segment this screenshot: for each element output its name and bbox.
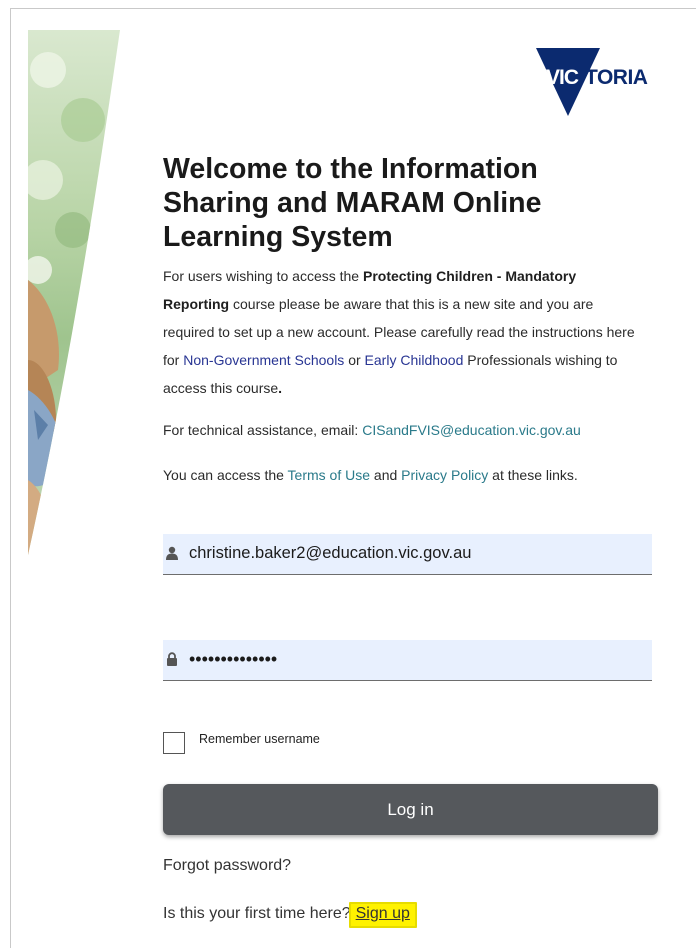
remember-username-label: Remember username <box>199 732 320 746</box>
username-input[interactable] <box>189 534 644 573</box>
support-email-link[interactable]: CISandFVIS@education.vic.gov.au <box>362 422 581 438</box>
support-paragraph: For technical assistance, email: CISandF… <box>163 422 581 438</box>
intro-paragraph: For users wishing to access the Protecti… <box>163 268 635 396</box>
password-field <box>163 640 652 681</box>
user-icon <box>166 546 178 560</box>
svg-text:TORIA: TORIA <box>585 66 648 89</box>
sign-up-link[interactable]: Sign up <box>348 902 417 928</box>
hero-photo <box>28 30 120 555</box>
first-time-text: Is this your first time here? <box>163 905 351 922</box>
privacy-policy-link[interactable]: Privacy Policy <box>401 467 488 483</box>
non-government-schools-link[interactable]: Non-Government Schools <box>183 352 344 368</box>
remember-username-checkbox[interactable] <box>163 732 185 754</box>
password-input[interactable] <box>189 640 644 679</box>
first-time-row: Is this your first time here? Sign up <box>163 902 417 928</box>
terms-paragraph: You can access the Terms of Use and Priv… <box>163 467 578 483</box>
svg-text:VIC: VIC <box>546 66 579 89</box>
username-field <box>163 534 652 575</box>
terms-of-use-link[interactable]: Terms of Use <box>288 467 370 483</box>
lock-icon <box>167 652 177 666</box>
login-button[interactable]: Log in <box>163 784 658 835</box>
page-title: Welcome to the Information Sharing and M… <box>163 153 542 253</box>
forgot-password-link[interactable]: Forgot password? <box>163 857 291 875</box>
early-childhood-link[interactable]: Early Childhood <box>365 352 464 368</box>
victoria-logo: VIC TORIA <box>536 48 648 116</box>
